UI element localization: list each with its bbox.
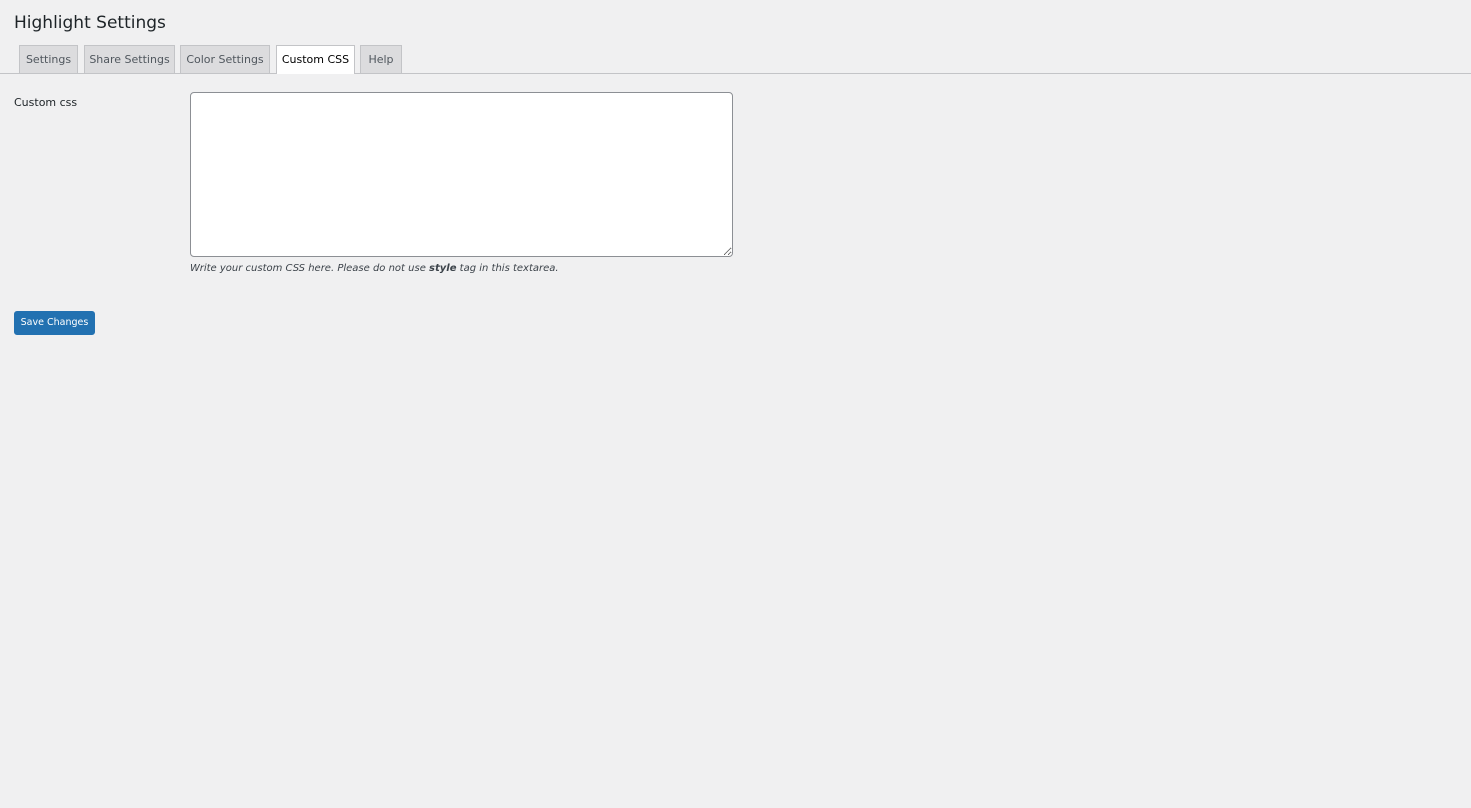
tab-help[interactable]: Help: [360, 45, 402, 73]
custom-css-textarea[interactable]: [190, 92, 733, 257]
tab-settings[interactable]: Settings: [19, 45, 78, 73]
description-text-after: tag in this textarea.: [456, 263, 559, 274]
save-changes-button[interactable]: Save Changes: [14, 311, 95, 335]
tab-share-settings[interactable]: Share Settings: [84, 45, 175, 73]
tab-color-settings[interactable]: Color Settings: [180, 45, 270, 73]
custom-css-description: Write your custom CSS here. Please do no…: [190, 262, 559, 275]
page-title: Highlight Settings: [14, 13, 166, 33]
settings-page: Highlight Settings Settings Share Settin…: [0, 0, 1471, 808]
custom-css-label: Custom css: [14, 96, 78, 109]
settings-tabs: Settings Share Settings Color Settings C…: [0, 45, 1471, 74]
description-text-before: Write your custom CSS here. Please do no…: [190, 263, 430, 274]
tab-custom-css[interactable]: Custom CSS: [276, 45, 355, 74]
description-style-keyword: style: [429, 263, 457, 274]
